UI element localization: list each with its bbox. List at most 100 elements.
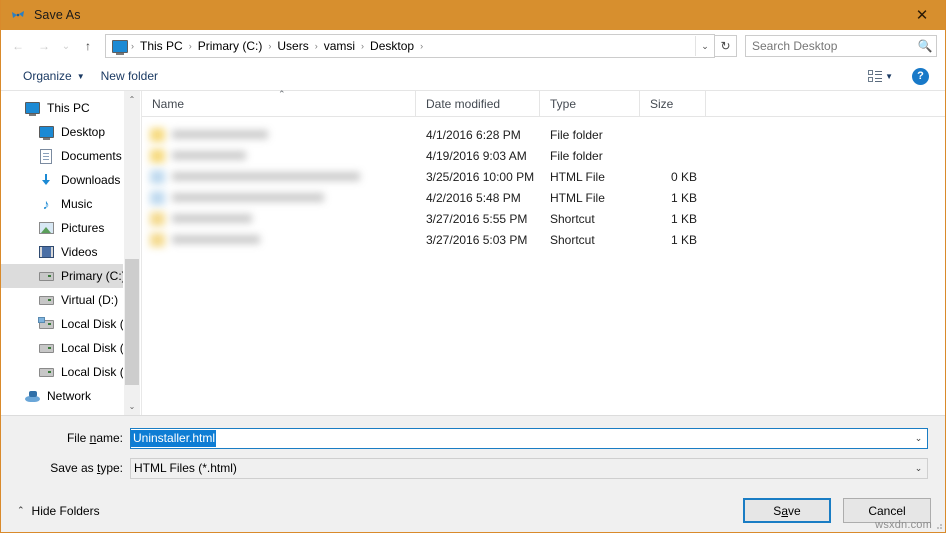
resize-grip[interactable] xyxy=(934,521,942,529)
column-headers: Name ⌃ Date modified Type Size xyxy=(142,89,945,117)
table-row[interactable]: 4/2/2016 5:48 PM HTML File 1 KB xyxy=(142,187,945,208)
sidebar-item-downloads[interactable]: Downloads xyxy=(1,168,140,192)
sidebar-item-documents[interactable]: Documents xyxy=(1,144,140,168)
breadcrumb-item-desktop[interactable]: Desktop xyxy=(365,37,419,55)
file-date-cell: 4/2/2016 5:48 PM xyxy=(426,190,521,205)
shortcut-icon xyxy=(150,211,165,226)
file-date-cell: 3/27/2016 5:03 PM xyxy=(426,232,528,247)
refresh-icon[interactable]: ↻ xyxy=(715,35,737,57)
new-folder-label: New folder xyxy=(100,69,158,83)
file-date-cell: 4/1/2016 6:28 PM xyxy=(426,127,521,142)
breadcrumb-item-users[interactable]: Users xyxy=(272,37,313,55)
save-label-mnemonic: a xyxy=(781,503,788,518)
file-name-value[interactable]: Uninstaller.html xyxy=(131,429,217,447)
music-icon: ♪ xyxy=(42,196,50,212)
sidebar-item-label: Desktop xyxy=(61,125,106,139)
search-box[interactable]: 🔍 xyxy=(745,35,937,57)
file-type-cell: File folder xyxy=(550,148,603,163)
sidebar-scrollbar[interactable]: ⌃ ⌄ xyxy=(123,91,140,415)
file-name-input[interactable]: Uninstaller.html ⌄ xyxy=(130,427,928,449)
sidebar-item-network[interactable]: Network xyxy=(1,384,140,408)
chevron-down-icon[interactable]: ⌄ xyxy=(910,459,927,478)
save-button[interactable]: Sa ve xyxy=(743,498,831,523)
table-row[interactable]: 3/27/2016 5:55 PM Shortcut 1 KB xyxy=(142,208,945,229)
column-header-type[interactable]: Type xyxy=(540,91,640,116)
dialog-footer: ⌃ Hide Folders Sa ve Cancel wsxdn.com xyxy=(1,489,945,532)
drive-icon xyxy=(38,268,54,284)
folder-icon xyxy=(150,148,165,163)
column-header-date-modified[interactable]: Date modified xyxy=(416,91,540,116)
file-type-cell: Shortcut xyxy=(550,232,595,247)
sidebar-item-desktop[interactable]: Desktop xyxy=(1,120,140,144)
watermark: wsxdn.com xyxy=(875,519,932,531)
breadcrumb-item-vamsi[interactable]: vamsi xyxy=(319,37,360,55)
scrollbar-thumb[interactable] xyxy=(125,259,139,385)
sidebar-item-pictures[interactable]: Pictures xyxy=(1,216,140,240)
up-button[interactable]: ↑ xyxy=(75,33,101,59)
sidebar-item-label: Pictures xyxy=(61,221,105,235)
close-icon[interactable]: ✕ xyxy=(899,0,945,30)
recent-locations-button[interactable]: ⌄ xyxy=(57,33,75,59)
sort-ascending-icon: ⌃ xyxy=(278,89,286,99)
folder-icon xyxy=(150,127,165,142)
forward-button[interactable]: → xyxy=(31,33,57,59)
sidebar-item-videos[interactable]: Videos xyxy=(1,240,140,264)
save-form: File name: Uninstaller.html ⌄ Save as ty… xyxy=(1,415,945,489)
scroll-up-icon[interactable]: ⌃ xyxy=(124,91,140,108)
sidebar-item-local-disk-g[interactable]: Local Disk (G:) xyxy=(1,360,140,384)
breadcrumb-item-primary-c[interactable]: Primary (C:) xyxy=(193,37,268,55)
table-row[interactable]: 4/1/2016 6:28 PM File folder xyxy=(142,124,945,145)
hide-folders-button[interactable]: ⌃ Hide Folders xyxy=(17,504,100,518)
chevron-down-icon[interactable]: ⌄ xyxy=(910,429,927,448)
sidebar-item-primary-c[interactable]: Primary (C:) xyxy=(1,264,140,288)
scroll-down-icon[interactable]: ⌄ xyxy=(124,398,140,415)
chevron-down-icon: ▼ xyxy=(76,71,85,81)
file-type-cell: Shortcut xyxy=(550,211,595,226)
column-header-label: Size xyxy=(650,96,674,111)
sidebar-item-label: Downloads xyxy=(61,173,121,187)
download-icon xyxy=(38,172,54,188)
sidebar-item-local-disk-e[interactable]: Local Disk (E:) xyxy=(1,312,140,336)
sidebar-item-local-disk-f[interactable]: Local Disk (F:) xyxy=(1,336,140,360)
breadcrumb[interactable]: › This PC › Primary (C:) › Users › vamsi… xyxy=(105,34,715,58)
table-row[interactable]: 4/19/2016 9:03 AM File folder xyxy=(142,145,945,166)
sidebar-item-virtual-d[interactable]: Virtual (D:) xyxy=(1,288,140,312)
drive-icon xyxy=(38,364,54,380)
window-title: Save As xyxy=(34,8,81,22)
column-header-label: Date modified xyxy=(426,96,501,111)
search-input[interactable] xyxy=(746,38,914,54)
change-view-button[interactable]: ▼ xyxy=(863,67,898,86)
html-file-icon xyxy=(150,169,165,184)
redacted-file-name xyxy=(150,232,260,247)
drive-icon xyxy=(38,292,54,308)
file-date-cell: 4/19/2016 9:03 AM xyxy=(426,148,527,163)
file-size-cell: 1 KB xyxy=(670,190,697,205)
table-row[interactable]: 3/25/2016 10:00 PM HTML File 0 KB xyxy=(142,166,945,187)
redacted-file-name xyxy=(150,169,360,184)
hide-folders-label: Hide Folders xyxy=(31,503,100,518)
sidebar-item-music[interactable]: ♪ Music xyxy=(1,192,140,216)
sidebar-item-this-pc[interactable]: This PC xyxy=(1,96,140,120)
new-folder-button[interactable]: New folder xyxy=(93,66,166,86)
breadcrumb-item-this-pc[interactable]: This PC xyxy=(135,37,188,55)
this-pc-icon xyxy=(112,39,128,55)
file-size-cell: 1 KB xyxy=(670,232,697,247)
sidebar-item-label: Music xyxy=(61,197,93,211)
search-icon[interactable]: 🔍 xyxy=(914,39,936,53)
html-file-icon xyxy=(150,190,165,205)
file-name-label: File name: xyxy=(1,431,130,445)
column-header-name[interactable]: Name ⌃ xyxy=(142,89,416,116)
column-header-size[interactable]: Size xyxy=(640,91,706,116)
save-as-type-select[interactable]: HTML Files (*.html) ⌄ xyxy=(130,457,928,479)
redacted-file-name xyxy=(150,148,246,163)
back-button[interactable]: ← xyxy=(5,33,31,59)
save-label-post: ve xyxy=(788,503,801,518)
monitor-icon xyxy=(24,100,40,116)
document-icon xyxy=(38,148,54,164)
organize-button[interactable]: Organize ▼ xyxy=(15,66,93,86)
organize-label: Organize xyxy=(23,69,72,83)
chevron-down-icon[interactable]: ⌄ xyxy=(695,36,714,56)
table-row[interactable]: 3/27/2016 5:03 PM Shortcut 1 KB xyxy=(142,229,945,250)
help-icon[interactable]: ? xyxy=(912,67,929,85)
column-header-label: Name xyxy=(152,96,185,111)
